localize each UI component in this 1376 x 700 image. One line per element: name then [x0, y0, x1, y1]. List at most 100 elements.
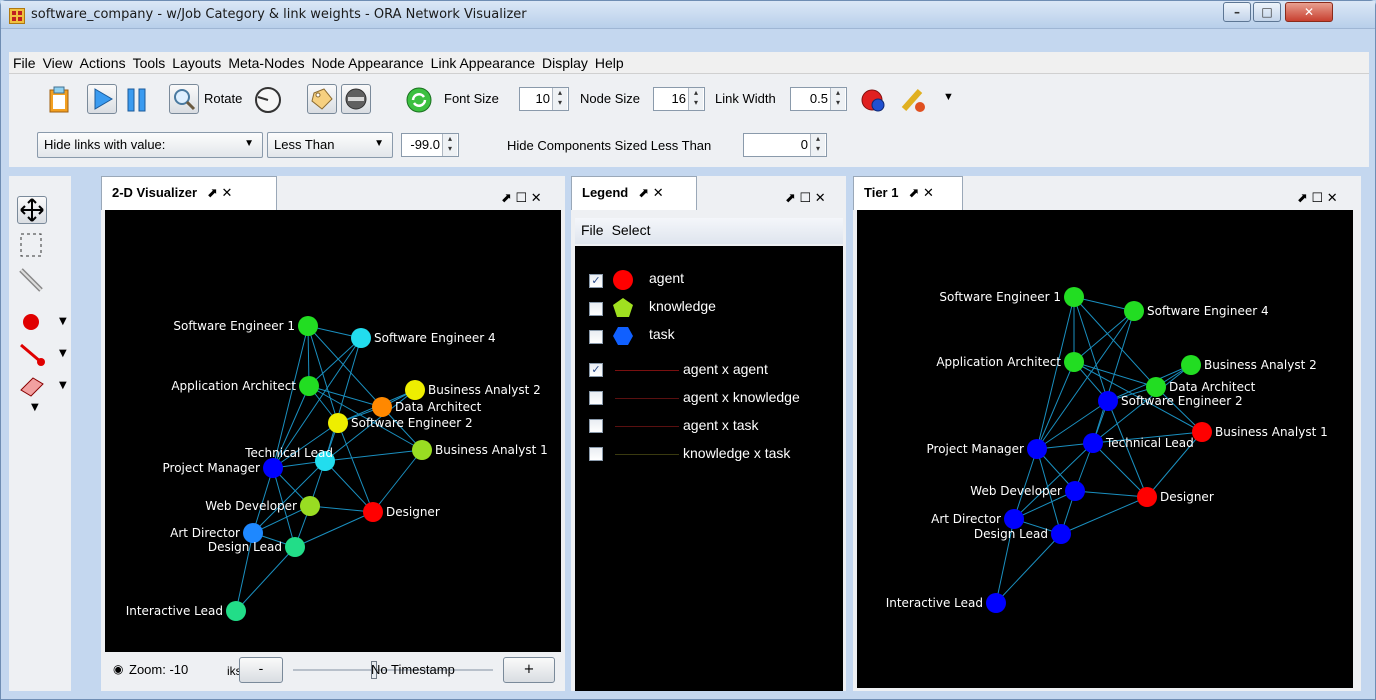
graph-link[interactable]: [995, 533, 1062, 604]
node-size-spinner[interactable]: 16: [653, 87, 705, 111]
graph-node-dl[interactable]: [1051, 524, 1071, 544]
graph-node-se1[interactable]: [298, 316, 318, 336]
graph-link[interactable]: [372, 449, 423, 513]
hide-links-select[interactable]: Hide links with value: ▼: [37, 132, 263, 158]
graph-link[interactable]: [1060, 496, 1148, 535]
graph-canvas[interactable]: Software Engineer 1 Software Engineer 4 Ap…: [105, 210, 561, 652]
menu-meta-nodes[interactable]: Meta-Nodes: [224, 52, 307, 71]
legend-checkbox[interactable]: [589, 419, 603, 433]
graph-link[interactable]: [1036, 296, 1075, 450]
graph-node-dl[interactable]: [285, 537, 305, 557]
chevron-down-icon[interactable]: ▼: [31, 402, 39, 413]
graph-node-se1[interactable]: [1064, 287, 1084, 307]
legend-checkbox[interactable]: [589, 302, 603, 316]
graph-node-se2[interactable]: [1098, 391, 1118, 411]
menu-node-appearance[interactable]: Node Appearance: [308, 52, 427, 71]
graph-node-pm[interactable]: [263, 458, 283, 478]
menu-file[interactable]: File: [9, 52, 39, 71]
graph-link[interactable]: [307, 325, 339, 424]
graph-link[interactable]: [1074, 490, 1148, 498]
refresh-icon[interactable]: [403, 84, 433, 114]
graph-node-se2[interactable]: [328, 413, 348, 433]
menu-layouts[interactable]: Layouts: [168, 52, 224, 71]
graph-node-ad[interactable]: [1004, 509, 1024, 529]
tab-2d-visualizer[interactable]: 2-D Visualizer ⬈ ✕: [101, 176, 277, 210]
graph-node-wd[interactable]: [300, 496, 320, 516]
highlight-pen-icon[interactable]: [897, 84, 927, 114]
add-node-tool-icon[interactable]: [17, 308, 47, 336]
graph-link[interactable]: [1092, 310, 1135, 444]
move-tool-icon[interactable]: [17, 196, 47, 224]
graph-node-ba2[interactable]: [1181, 355, 1201, 375]
graph-node-pm[interactable]: [1027, 439, 1047, 459]
zoom-select-button[interactable]: [169, 84, 199, 114]
legend-checkbox[interactable]: [589, 391, 603, 405]
graph-link[interactable]: [294, 511, 374, 548]
menu-view[interactable]: View: [39, 52, 76, 71]
chevron-down-icon[interactable]: ▼: [59, 316, 67, 327]
legend-checkbox[interactable]: [589, 330, 603, 344]
link-width-spinner[interactable]: 0.5: [790, 87, 847, 111]
graph-link[interactable]: [324, 449, 423, 462]
network-graph-left[interactable]: Software Engineer 1 Software Engineer 4 Ap…: [105, 210, 561, 652]
graph-node-aa[interactable]: [299, 376, 319, 396]
graph-link[interactable]: [1073, 296, 1109, 402]
menu-tools[interactable]: Tools: [129, 52, 169, 71]
chevron-down-icon[interactable]: ▼: [59, 380, 67, 391]
legend-menu-file[interactable]: File: [575, 218, 606, 238]
tab-tier-1[interactable]: Tier 1 ⬈ ✕: [853, 176, 963, 210]
graph-node-da[interactable]: [372, 397, 392, 417]
legend-checkbox[interactable]: ✓: [589, 274, 603, 288]
zoom-radio[interactable]: ◉: [113, 662, 123, 676]
graph-node-des[interactable]: [1137, 487, 1157, 507]
tab-legend[interactable]: Legend ⬈ ✕: [571, 176, 697, 210]
graph-link[interactable]: [1092, 442, 1148, 498]
graph-node-aa[interactable]: [1064, 352, 1084, 372]
hide-components-spinner[interactable]: 0: [743, 133, 827, 157]
network-graph-right[interactable]: Software Engineer 1 Software Engineer 4 Ap…: [857, 210, 1353, 688]
link-chain-button[interactable]: [341, 84, 371, 114]
chevron-down-icon[interactable]: ▼: [59, 348, 67, 359]
clipboard-icon[interactable]: [43, 84, 73, 114]
graph-node-ba2[interactable]: [405, 380, 425, 400]
node-color-icon[interactable]: [857, 84, 887, 114]
lasso-tool-icon[interactable]: [17, 266, 47, 294]
zoom-out-button[interactable]: -: [239, 657, 283, 683]
threshold-spinner[interactable]: -99.0: [401, 133, 459, 157]
close-window-button[interactable]: ✕: [1285, 2, 1333, 22]
eraser-tool-icon[interactable]: [17, 372, 47, 400]
font-size-spinner[interactable]: 10: [519, 87, 569, 111]
maximize-button[interactable]: □: [1253, 2, 1281, 22]
legend-checkbox[interactable]: ✓: [589, 363, 603, 377]
zoom-in-button[interactable]: +: [503, 657, 555, 683]
pause-button[interactable]: [121, 84, 151, 114]
play-button[interactable]: [87, 84, 117, 114]
legend-checkbox[interactable]: [589, 447, 603, 461]
graph-link[interactable]: [324, 460, 374, 513]
graph-link[interactable]: [235, 546, 296, 612]
graph-node-se4[interactable]: [1124, 301, 1144, 321]
graph-node-ba1[interactable]: [1192, 422, 1212, 442]
menu-display[interactable]: Display: [538, 52, 591, 71]
select-box-tool-icon[interactable]: [17, 231, 47, 259]
label-tag-button[interactable]: [307, 84, 337, 114]
graph-node-se4[interactable]: [351, 328, 371, 348]
graph-canvas[interactable]: Software Engineer 1 Software Engineer 4 Ap…: [857, 210, 1353, 688]
panel-window-controls[interactable]: ⬈ ☐ ✕: [501, 190, 542, 206]
menu-link-appearance[interactable]: Link Appearance: [427, 52, 538, 71]
rotate-dial[interactable]: [252, 84, 282, 114]
graph-link[interactable]: [308, 385, 383, 408]
legend-menu-select[interactable]: Select: [606, 218, 653, 238]
graph-node-ba1[interactable]: [412, 440, 432, 460]
graph-link[interactable]: [308, 337, 362, 387]
graph-node-wd[interactable]: [1065, 481, 1085, 501]
comparison-select[interactable]: Less Than ▼: [267, 132, 393, 158]
toolbar-overflow-icon[interactable]: ▼: [943, 91, 954, 103]
add-link-tool-icon[interactable]: [17, 340, 47, 368]
menu-help[interactable]: Help: [591, 52, 627, 71]
graph-node-il[interactable]: [986, 593, 1006, 613]
graph-node-des[interactable]: [363, 502, 383, 522]
minimize-button[interactable]: –: [1223, 2, 1251, 22]
menu-actions[interactable]: Actions: [76, 52, 129, 71]
panel-window-controls[interactable]: ⬈ ☐ ✕: [785, 190, 826, 206]
